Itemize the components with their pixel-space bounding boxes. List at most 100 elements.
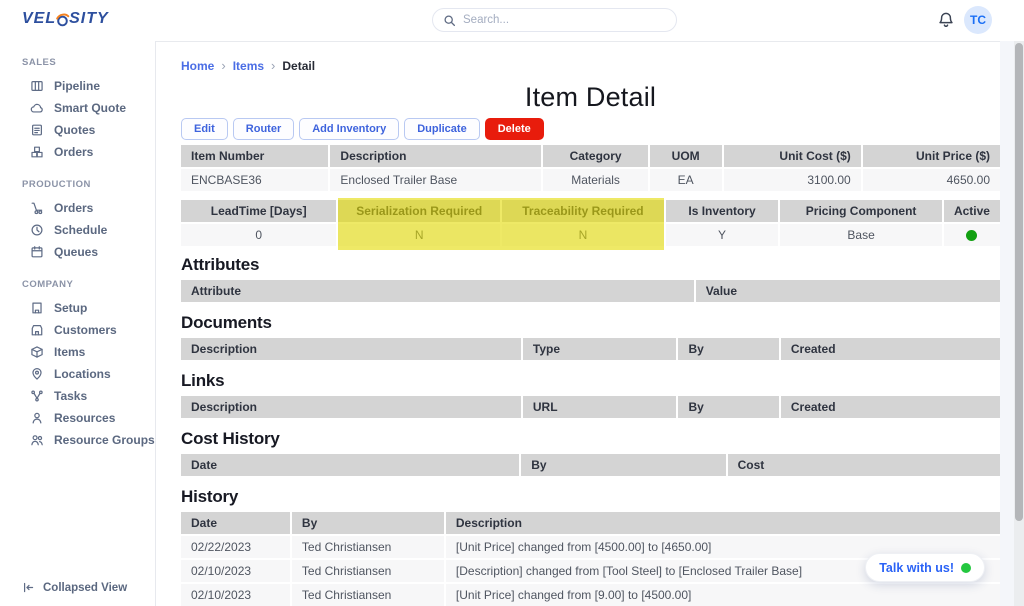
sidebar-item-label: Tasks xyxy=(54,389,87,403)
column-header: Date xyxy=(181,512,290,536)
notifications-bell-icon[interactable] xyxy=(937,11,955,29)
item-detail-table-wrap: LeadTime [Days] Serialization Required T… xyxy=(181,200,1000,246)
sidebar-item-label: Queues xyxy=(54,245,98,259)
production-orders-icon xyxy=(30,201,44,215)
column-header: By xyxy=(290,512,444,536)
column-header: By xyxy=(519,454,725,478)
history-date-cell: 02/10/2023 xyxy=(181,560,290,584)
item-number-cell: ENCBASE36 xyxy=(181,169,328,191)
setup-icon xyxy=(30,301,44,315)
column-header: Serialization Required xyxy=(336,200,500,224)
leadtime-cell: 0 xyxy=(181,224,336,246)
sidebar-item-items[interactable]: Items xyxy=(0,341,155,363)
sidebar-section-sales: SALES xyxy=(22,57,155,68)
sales-orders-icon xyxy=(30,145,44,159)
sidebar-item-label: Schedule xyxy=(54,223,107,237)
sidebar-item-setup[interactable]: Setup xyxy=(0,297,155,319)
sidebar-item-label: Smart Quote xyxy=(54,101,126,115)
router-button[interactable]: Router xyxy=(233,118,294,140)
top-bar: VEL SITY TC xyxy=(0,0,1024,41)
sidebar-item-customers[interactable]: Customers xyxy=(0,319,155,341)
sidebar-item-label: Orders xyxy=(54,201,93,215)
breadcrumb-current: Detail xyxy=(282,59,315,73)
collapse-sidebar-button[interactable]: Collapsed View xyxy=(22,581,127,594)
table-header-row: Date By Cost xyxy=(181,454,1000,478)
sidebar-item-label: Locations xyxy=(54,367,111,381)
item-summary-table: Item Number Description Category UOM Uni… xyxy=(181,145,1000,191)
main-content: Home › Items › Detail Item Detail Edit R… xyxy=(156,41,1014,606)
sidebar-item-resources[interactable]: Resources xyxy=(0,407,155,429)
column-header: Category xyxy=(541,145,647,169)
column-header: Date xyxy=(181,454,519,478)
duplicate-button[interactable]: Duplicate xyxy=(404,118,480,140)
global-search xyxy=(432,8,677,32)
column-header: Attribute xyxy=(181,280,694,304)
table-row: ENCBASE36 Enclosed Trailer Base Material… xyxy=(181,169,1000,191)
sidebar-item-queues[interactable]: Queues xyxy=(0,241,155,263)
column-header: Unit Cost ($) xyxy=(722,145,861,169)
links-section-title: Links xyxy=(181,371,1000,391)
add-inventory-button[interactable]: Add Inventory xyxy=(299,118,399,140)
links-table: Description URL By Created xyxy=(181,396,1000,420)
history-by-cell: Ted Christiansen xyxy=(290,584,444,606)
scrollbar-thumb[interactable] xyxy=(1015,43,1023,521)
items-icon xyxy=(30,345,44,359)
sidebar-item-sales-orders[interactable]: Orders xyxy=(0,141,155,163)
breadcrumb-items-link[interactable]: Items xyxy=(233,59,264,73)
column-header: Created xyxy=(779,338,1000,362)
pipeline-icon xyxy=(30,79,44,93)
sidebar-item-production-orders[interactable]: Orders xyxy=(0,197,155,219)
attributes-section-title: Attributes xyxy=(181,255,1000,275)
sidebar-item-tasks[interactable]: Tasks xyxy=(0,385,155,407)
column-header: Item Number xyxy=(181,145,328,169)
traceability-cell: N xyxy=(500,224,664,246)
tasks-icon xyxy=(30,389,44,403)
uom-cell: EA xyxy=(648,169,722,191)
page-title: Item Detail xyxy=(181,82,1000,113)
column-header: Created xyxy=(779,396,1000,420)
collapse-label: Collapsed View xyxy=(43,582,127,594)
sidebar-item-label: Resource Groups xyxy=(54,433,155,447)
sidebar-item-resource-groups[interactable]: Resource Groups xyxy=(0,429,155,451)
history-section-title: History xyxy=(181,487,1000,507)
sidebar-item-smart-quote[interactable]: Smart Quote xyxy=(0,97,155,119)
velosity-logo[interactable]: VEL SITY xyxy=(22,10,109,28)
column-header: URL xyxy=(521,396,677,420)
delete-button[interactable]: Delete xyxy=(485,118,544,140)
chat-widget-button[interactable]: Talk with us! xyxy=(865,553,985,582)
scrollbar-track[interactable] xyxy=(1014,41,1024,606)
sidebar-item-locations[interactable]: Locations xyxy=(0,363,155,385)
sidebar-item-pipeline[interactable]: Pipeline xyxy=(0,75,155,97)
sidebar-item-quotes[interactable]: Quotes xyxy=(0,119,155,141)
queues-icon xyxy=(30,245,44,259)
column-header: Description xyxy=(181,338,521,362)
is-inventory-cell: Y xyxy=(664,224,779,246)
attributes-table: Attribute Value xyxy=(181,280,1000,304)
sidebar-item-label: Setup xyxy=(54,301,87,315)
column-header: LeadTime [Days] xyxy=(181,200,336,224)
edit-button[interactable]: Edit xyxy=(181,118,228,140)
column-header: Type xyxy=(521,338,677,362)
column-header: Description xyxy=(328,145,541,169)
column-header: Unit Price ($) xyxy=(861,145,1000,169)
breadcrumb-separator: › xyxy=(271,58,275,73)
unit-cost-cell: 3100.00 xyxy=(722,169,861,191)
search-icon xyxy=(443,14,456,27)
unit-price-cell: 4650.00 xyxy=(861,169,1000,191)
column-header: Value xyxy=(694,280,1000,304)
user-avatar[interactable]: TC xyxy=(964,6,992,34)
search-input[interactable] xyxy=(463,14,666,26)
sidebar-item-label: Resources xyxy=(54,411,115,425)
table-header-row: Date By Description xyxy=(181,512,1000,536)
sidebar-item-schedule[interactable]: Schedule xyxy=(0,219,155,241)
breadcrumb-home-link[interactable]: Home xyxy=(181,59,214,73)
column-header: By xyxy=(676,338,778,362)
column-header: Cost xyxy=(726,454,1000,478)
sidebar-item-label: Quotes xyxy=(54,123,95,137)
column-header: Description xyxy=(181,396,521,420)
sidebar-item-label: Customers xyxy=(54,323,117,337)
smart-quote-icon xyxy=(30,101,44,115)
chat-online-status-dot xyxy=(961,563,971,573)
table-header-row: Description URL By Created xyxy=(181,396,1000,420)
column-header: By xyxy=(676,396,778,420)
